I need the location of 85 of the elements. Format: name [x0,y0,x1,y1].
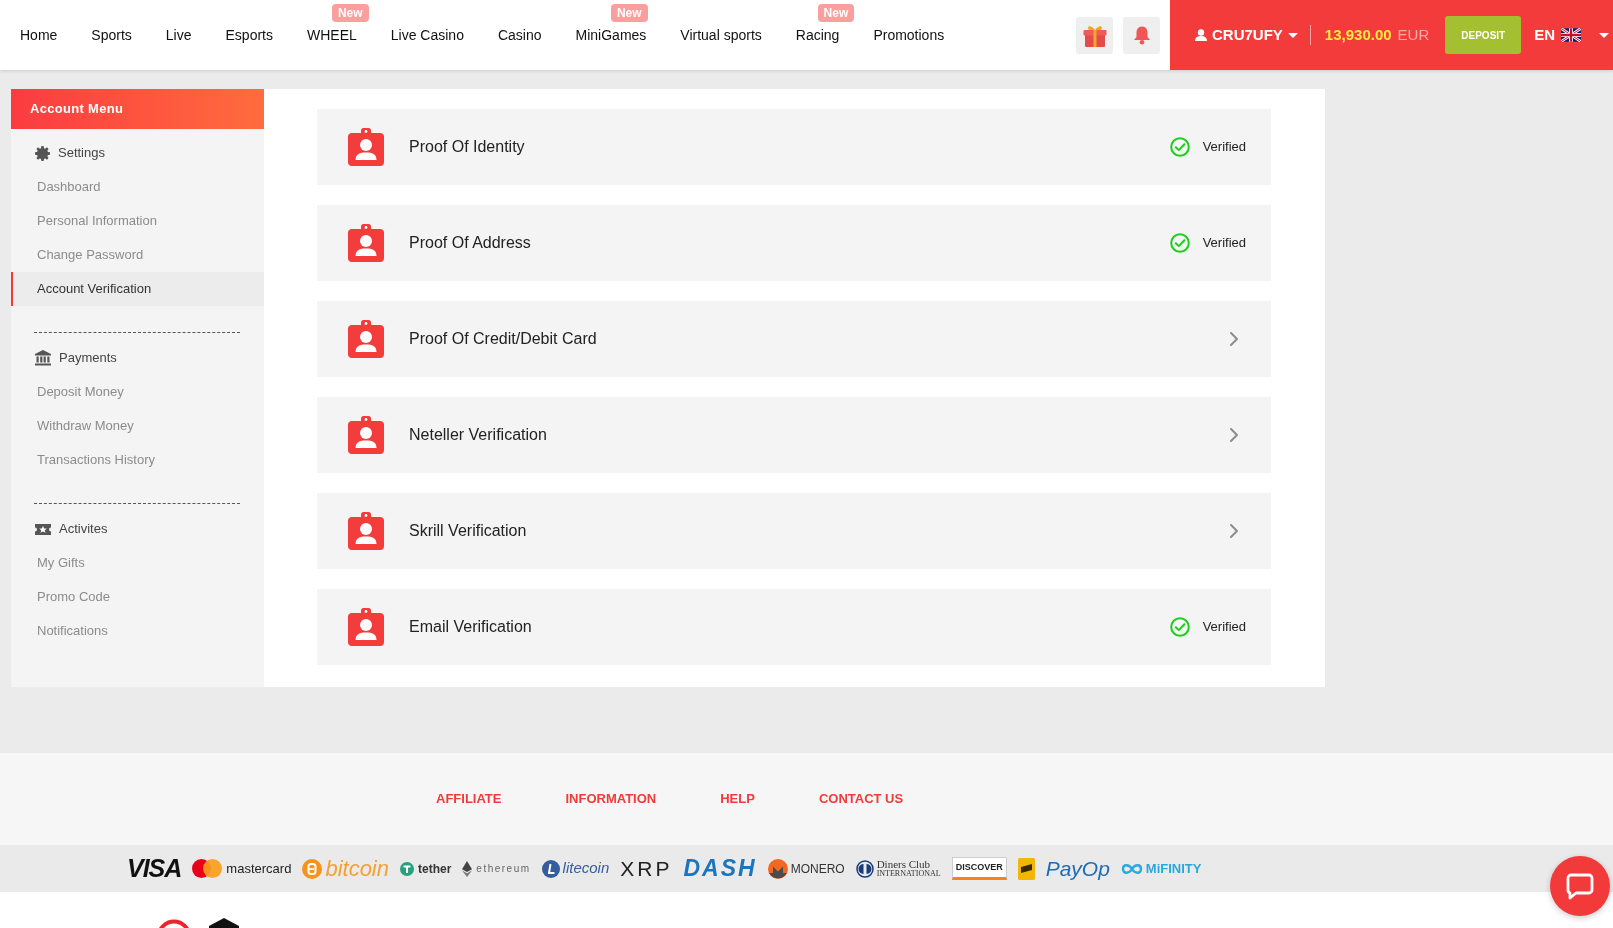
verification-row[interactable]: Proof Of Credit/Debit Card [317,301,1271,377]
balance-amount: 13,930.00 [1324,24,1392,45]
nav-link[interactable]: Esports [208,25,290,45]
nav-link[interactable]: Casino [480,25,559,45]
sidebar-section-title: Activites [59,520,108,539]
verified-status: Verified [1202,618,1246,637]
flag-icon [1561,28,1582,42]
verification-row[interactable]: Proof Of Identity Verified [317,109,1271,185]
bell-icon [1132,25,1151,45]
verified-status: Verified [1202,138,1246,157]
coin-icon [767,858,788,879]
diamond-icon [462,860,473,877]
caret-icon [1287,32,1298,38]
card-logo: DISCOVER [951,857,1007,880]
verified-status: Verified [1202,234,1246,253]
payment-method-name: tether [418,860,452,878]
verification-row[interactable]: Proof Of Address Verified [317,205,1271,281]
currency-code: EUR [1397,24,1430,45]
caret-icon [1599,32,1610,38]
coin-icon [541,859,560,878]
footer-link[interactable]: CONTACT US [818,789,904,809]
payment-method-name: litecoin [562,858,610,879]
gear-icon [35,145,50,161]
footer-link[interactable]: INFORMATION [565,789,657,809]
verification-row[interactable]: Neteller Verification [317,397,1271,473]
bank-icon [35,350,51,366]
payment-method-name: MONERO [790,860,845,878]
new-badge: New [610,4,648,22]
id-badge-icon [348,320,384,358]
coin-icon [302,858,323,879]
id-badge-icon [348,416,384,454]
new-badge: New [331,4,369,22]
user-menu-button[interactable]: CRU7UFY [1195,23,1298,47]
nav-link[interactable]: Promotions [856,25,962,45]
triangle-icon [209,918,239,928]
payment-method-name: DASH [683,854,757,884]
verification-title: Email Verification [409,617,533,637]
payment-method-subtitle: INTERNATIONAL [876,870,941,878]
account-menu-header: Account Menu [11,89,264,129]
sidebar-section-title: Payments [59,349,117,368]
payment-method-name: ethereum [476,862,531,876]
gift-button[interactable] [1076,16,1113,54]
overlapping-circles-icon [192,859,223,878]
gift-icon [1081,23,1108,47]
id-badge-icon [348,608,384,646]
id-badge-icon [348,224,384,262]
coin-icon [400,861,414,876]
nav-link[interactable]: Racing [778,25,857,45]
nav-link[interactable]: Virtual sports [663,25,779,45]
language-button[interactable]: EN [1534,23,1610,47]
verification-row[interactable]: Skrill Verification [317,493,1271,569]
ring-icon [855,859,874,878]
verification-title: Proof Of Credit/Debit Card [409,329,598,349]
card-icon [1017,857,1035,880]
new-badge: New [817,4,855,22]
payment-method-name: bitcoin [325,855,389,883]
sidebar-section-title: Settings [58,144,105,163]
payment-method-name: XRP [620,855,673,882]
ring-icon [156,919,192,928]
nav-link[interactable]: MiniGames [558,25,664,45]
payment-method-name: PayOp [1045,855,1110,882]
payment-method-name: Diners Club [876,859,932,870]
footer-link[interactable]: AFFILIATE [436,789,502,809]
nav-link[interactable]: Home [3,25,75,45]
verification-title: Skrill Verification [409,521,528,541]
verification-title: Proof Of Identity [409,137,526,157]
ticket-icon [35,522,51,536]
notifications-button[interactable] [1123,16,1160,54]
footer-link[interactable]: HELP [720,789,755,809]
nav-link[interactable]: Live [148,25,209,45]
nav-link[interactable]: Sports [74,25,149,45]
id-badge-icon [348,128,384,166]
nav-link[interactable]: Live Casino [373,25,481,45]
verification-row[interactable]: Email Verification Verified [317,589,1271,665]
payment-method-name: MiFINITY [1145,859,1202,878]
verification-title: Neteller Verification [409,425,548,445]
payment-method-name: VISA [127,852,182,884]
chat-icon [1566,872,1594,900]
verification-title: Proof Of Address [409,233,532,253]
payment-method-name: mastercard [226,859,292,878]
id-badge-icon [348,512,384,550]
user-icon [1195,29,1207,41]
sidebar-item[interactable]: Account Verification [11,272,264,306]
infinity-icon [1120,862,1143,875]
nav-link[interactable]: WHEEL [290,25,374,45]
